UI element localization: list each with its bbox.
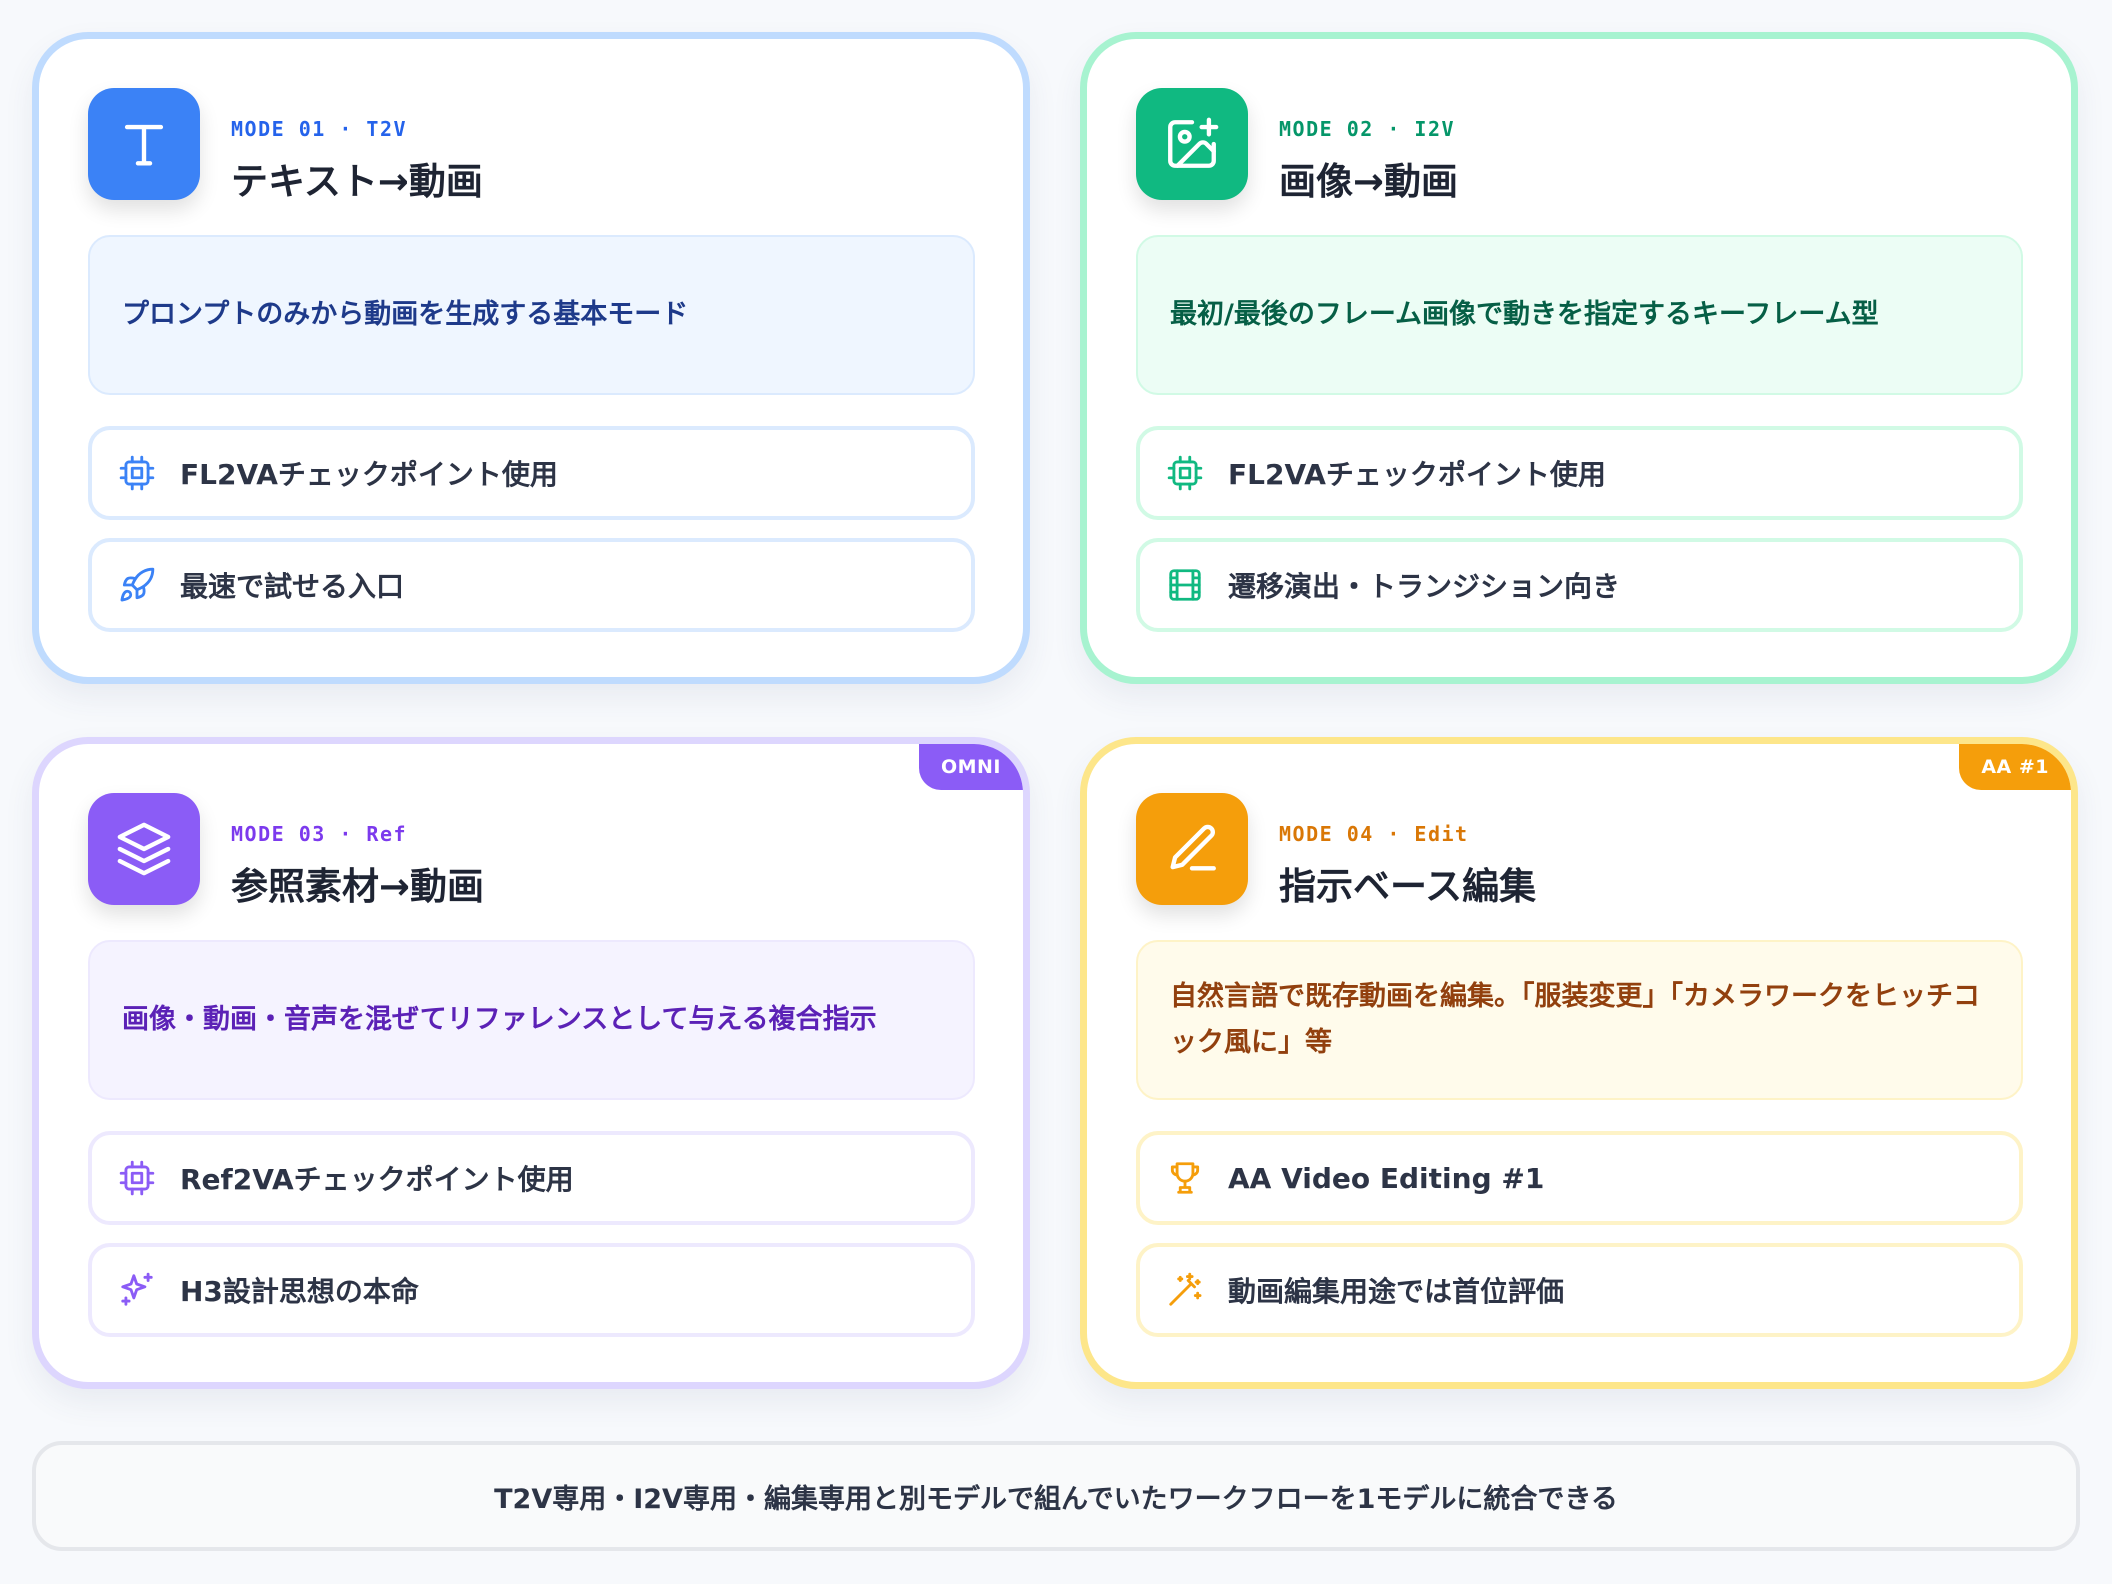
feature-item: 動画編集用途では首位評価 — [1136, 1243, 2023, 1337]
image-plus-icon — [1136, 88, 1248, 200]
feature-item: FL2VAチェックポイント使用 — [88, 426, 975, 520]
feature-text: AA Video Editing #1 — [1228, 1161, 1545, 1195]
feature-item: Ref2VAチェックポイント使用 — [88, 1131, 975, 1225]
mode-label: MODE 04 · Edit — [1279, 822, 1469, 846]
mode-title: 参照素材→動画 — [231, 865, 485, 908]
text-t-icon — [88, 88, 200, 200]
mode-label: MODE 02 · I2V — [1279, 117, 1456, 141]
mode-card-i2v: MODE 02 · I2V 画像→動画 最初/最後のフレーム画像で動きを指定する… — [1080, 32, 2078, 684]
chip-icon — [1166, 454, 1204, 492]
rocket-icon — [118, 566, 156, 604]
chip-icon — [118, 454, 156, 492]
mode-title: 画像→動画 — [1279, 160, 1459, 203]
badge-aa-1: AA #1 — [1959, 744, 2071, 790]
badge-omni: OMNI — [918, 744, 1023, 790]
mode-label: MODE 01 · T2V — [231, 117, 408, 141]
feature-text: FL2VAチェックポイント使用 — [1228, 458, 1606, 491]
feature-item: H3設計思想の本命 — [88, 1243, 975, 1337]
feature-text: 最速で試せる入口 — [180, 570, 405, 603]
mode-description: 自然言語で既存動画を編集。「服装変更」「カメラワークをヒッチコック風に」等 — [1136, 940, 2023, 1100]
feature-text: 動画編集用途では首位評価 — [1228, 1275, 1565, 1308]
feature-text: FL2VAチェックポイント使用 — [180, 458, 558, 491]
sparkles-icon — [118, 1271, 156, 1309]
mode-title: 指示ベース編集 — [1279, 865, 1537, 908]
mode-description: 最初/最後のフレーム画像で動きを指定するキーフレーム型 — [1136, 235, 2023, 395]
feature-text: H3設計思想の本命 — [180, 1275, 419, 1308]
feature-item: FL2VAチェックポイント使用 — [1136, 426, 2023, 520]
chip-icon — [118, 1159, 156, 1197]
film-icon — [1166, 566, 1204, 604]
feature-text: 遷移演出・トランジション向き — [1228, 570, 1621, 603]
feature-item: AA Video Editing #1 — [1136, 1131, 2023, 1225]
magic-wand-icon — [1166, 1271, 1204, 1309]
mode-card-edit: AA #1 MODE 04 · Edit 指示ベース編集 自然言語で既存動画を編… — [1080, 737, 2078, 1389]
mode-card-t2v: MODE 01 · T2V テキスト→動画 プロンプトのみから動画を生成する基本… — [32, 32, 1030, 684]
mode-label: MODE 03 · Ref — [231, 822, 408, 846]
mode-description: 画像・動画・音声を混ぜてリファレンスとして与える複合指示 — [88, 940, 975, 1100]
feature-text: Ref2VAチェックポイント使用 — [180, 1163, 574, 1196]
summary-footer: T2V専用・I2V専用・編集専用と別モデルで組んでいたワークフローを1モデルに統… — [32, 1441, 2080, 1551]
layers-icon — [88, 793, 200, 905]
feature-item: 遷移演出・トランジション向き — [1136, 538, 2023, 632]
feature-item: 最速で試せる入口 — [88, 538, 975, 632]
mode-card-ref: OMNI MODE 03 · Ref 参照素材→動画 画像・動画・音声を混ぜてリ… — [32, 737, 1030, 1389]
pen-icon — [1136, 793, 1248, 905]
trophy-icon — [1166, 1159, 1204, 1197]
mode-title: テキスト→動画 — [231, 160, 483, 203]
mode-description: プロンプトのみから動画を生成する基本モード — [88, 235, 975, 395]
